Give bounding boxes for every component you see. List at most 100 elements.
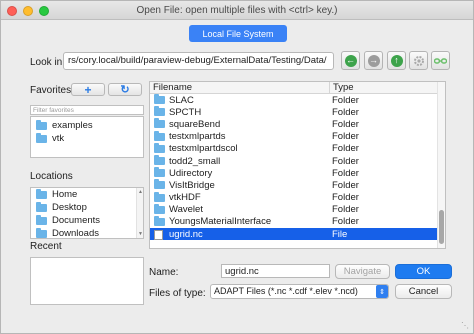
file-row[interactable]: SLAC Folder: [150, 94, 438, 106]
file-type: Folder: [332, 179, 359, 191]
navigate-button[interactable]: Navigate: [335, 264, 390, 279]
add-favorite-button[interactable]: +: [71, 83, 105, 97]
file-icon: [154, 230, 163, 241]
file-name: YoungsMaterialInterface: [169, 216, 272, 228]
folder-icon: [154, 154, 165, 165]
back-button[interactable]: ←: [341, 51, 360, 70]
cancel-button[interactable]: Cancel: [395, 284, 452, 299]
ok-button[interactable]: OK: [395, 264, 452, 279]
file-list-body: SLAC Folder SPCTH Folder squareBend Fold…: [150, 94, 438, 248]
location-item-documents[interactable]: Documents: [31, 214, 143, 227]
recent-list: [30, 257, 144, 305]
file-row[interactable]: testxmlpartdscol Folder: [150, 142, 438, 155]
folder-icon: [154, 118, 165, 129]
location-item-downloads[interactable]: Downloads: [31, 227, 143, 239]
file-row[interactable]: VisItBridge Folder: [150, 179, 438, 191]
file-list-view: Filename Type SLAC Folder SPCTH Folder s…: [149, 81, 446, 249]
locations-label: Locations: [30, 171, 73, 182]
file-type: Folder: [332, 216, 359, 228]
folder-icon: [154, 191, 165, 202]
file-row[interactable]: Wavelet Folder: [150, 203, 438, 216]
favorite-item-examples[interactable]: examples: [31, 119, 143, 132]
file-name: todd2_small: [169, 155, 221, 167]
up-directory-button[interactable]: ↑: [387, 51, 406, 70]
refresh-icon: ↻: [120, 84, 130, 96]
column-header-filename[interactable]: Filename: [153, 82, 192, 94]
folder-icon: [154, 142, 165, 153]
favorite-item-label: examples: [52, 120, 93, 131]
toggle-view-button[interactable]: [431, 51, 450, 70]
gear-icon: [413, 55, 424, 66]
title-bar: Open File: open multiple files with <ctr…: [1, 1, 473, 20]
tab-local-file-system[interactable]: Local File System: [189, 25, 287, 42]
location-item-desktop[interactable]: Desktop: [31, 201, 143, 214]
file-name: SLAC: [169, 94, 194, 106]
file-row[interactable]: Udirectory Folder: [150, 167, 438, 179]
folder-icon: [154, 179, 165, 190]
folder-icon: [154, 215, 165, 226]
folder-icon: [36, 214, 47, 225]
folder-icon: [154, 167, 165, 178]
file-row[interactable]: squareBend Folder: [150, 118, 438, 130]
folder-icon: [154, 203, 165, 214]
resize-grip-icon[interactable]: ⋱: [461, 321, 471, 331]
file-type-select[interactable]: ADAPT Files (*.nc *.cdf *.elev *.ncd) ⇕: [210, 284, 389, 299]
folder-icon: [154, 130, 165, 141]
file-type: Folder: [332, 143, 359, 155]
tab-bar: Local File System: [189, 25, 287, 42]
scroll-down-icon[interactable]: ▼: [137, 231, 143, 237]
locations-list: Home Desktop Documents Downloads ▲ ▼: [30, 187, 144, 239]
file-name: testxmlpartds: [169, 131, 226, 143]
arrow-left-icon: ←: [344, 54, 357, 67]
scrollbar-thumb[interactable]: [439, 210, 444, 244]
file-name: Wavelet: [169, 204, 203, 216]
file-row[interactable]: SPCTH Folder: [150, 106, 438, 118]
arrow-right-icon: →: [367, 54, 380, 67]
file-type: Folder: [332, 204, 359, 216]
favorites-list: examples vtk: [30, 116, 144, 158]
file-row[interactable]: testxmlpartds Folder: [150, 130, 438, 143]
folder-icon: [36, 227, 47, 238]
location-item-label: Home: [52, 189, 78, 200]
file-list-header: Filename Type: [150, 82, 438, 94]
folder-icon: [154, 106, 165, 117]
file-row-selected[interactable]: ugrid.nc File: [150, 228, 438, 241]
file-row[interactable]: todd2_small Folder: [150, 154, 438, 167]
file-name: vtkHDF: [169, 192, 201, 204]
favorites-label: Favorites: [30, 85, 72, 96]
folder-icon: [154, 94, 165, 104]
locations-scrollbar[interactable]: ▲ ▼: [136, 188, 143, 238]
forward-button[interactable]: →: [364, 51, 383, 70]
look-in-label: Look in:: [30, 57, 66, 68]
favorite-item-vtk[interactable]: vtk: [31, 132, 143, 145]
location-item-label: Downloads: [52, 228, 99, 239]
file-type: Folder: [332, 155, 359, 167]
file-name: testxmlpartdscol: [169, 143, 238, 155]
refresh-favorites-button[interactable]: ↻: [108, 83, 142, 96]
file-row[interactable]: vtkHDF Folder: [150, 191, 438, 204]
folder-icon: [36, 132, 47, 143]
window-title: Open File: open multiple files with <ctr…: [136, 5, 338, 16]
favorites-filter-input[interactable]: Filter favorites: [30, 105, 144, 115]
location-item-label: Desktop: [52, 202, 87, 213]
link-icon: [434, 57, 447, 64]
file-list-scrollbar[interactable]: [437, 82, 445, 248]
filename-input[interactable]: ugrid.nc: [221, 264, 330, 278]
location-item-home[interactable]: Home: [31, 188, 143, 201]
file-row[interactable]: YoungsMaterialInterface Folder: [150, 215, 438, 228]
chevron-updown-icon: ⇕: [376, 285, 388, 298]
arrow-up-icon: ↑: [390, 54, 403, 67]
name-label: Name:: [149, 267, 179, 278]
open-file-dialog: Open File: open multiple files with <ctr…: [0, 0, 474, 334]
folder-icon: [36, 119, 47, 130]
file-name: VisItBridge: [169, 179, 215, 191]
file-type: Folder: [332, 192, 359, 204]
look-in-path-combo[interactable]: rs/cory.local/build/paraview-debug/Exter…: [63, 52, 334, 70]
scroll-up-icon[interactable]: ▲: [137, 189, 143, 195]
recent-label: Recent: [30, 241, 62, 252]
file-type: File: [332, 228, 348, 240]
settings-button[interactable]: [409, 51, 428, 70]
column-header-type[interactable]: Type: [329, 82, 354, 94]
favorite-item-label: vtk: [52, 133, 65, 144]
location-item-label: Documents: [52, 215, 101, 226]
